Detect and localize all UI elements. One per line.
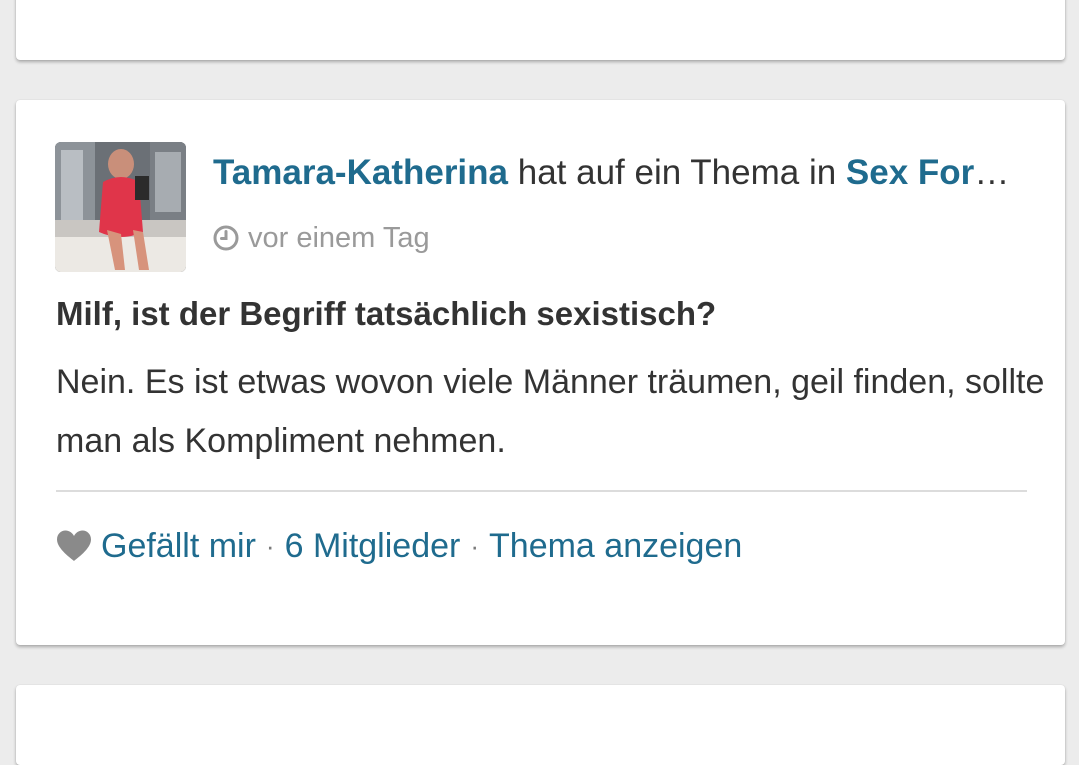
post-body: Nein. Es ist etwas wovon viele Männer tr… [56, 363, 1045, 460]
separator: · [265, 531, 275, 561]
view-topic-link[interactable]: Thema anzeigen [489, 524, 742, 568]
timestamp-text: vor einem Tag [248, 222, 430, 254]
author-link[interactable]: Tamara-Katherina [213, 153, 508, 192]
members-link[interactable]: 6 Mitglieder [285, 524, 461, 568]
activity-action-text: hat auf ein Thema in [508, 153, 846, 192]
divider [56, 490, 1027, 492]
heart-icon[interactable] [55, 529, 93, 563]
previous-activity-card [16, 0, 1065, 60]
clock-icon [213, 225, 239, 251]
next-activity-card [16, 685, 1065, 765]
like-button[interactable]: Gefällt mir [101, 524, 256, 568]
activity-card: Tamara-Katherina hat auf ein Thema in Se… [16, 100, 1065, 645]
action-bar: Gefällt mir · 6 Mitglieder · Thema anzei… [55, 524, 742, 568]
post-title[interactable]: Milf, ist der Begriff tatsächlich sexist… [56, 293, 716, 335]
forum-link[interactable]: Sex Forum [846, 153, 1025, 192]
avatar[interactable] [55, 142, 186, 272]
separator: · [470, 531, 480, 561]
timestamp: vor einem Tag [213, 220, 430, 256]
activity-headline: Tamara-Katherina hat auf ein Thema in Se… [213, 152, 1025, 194]
